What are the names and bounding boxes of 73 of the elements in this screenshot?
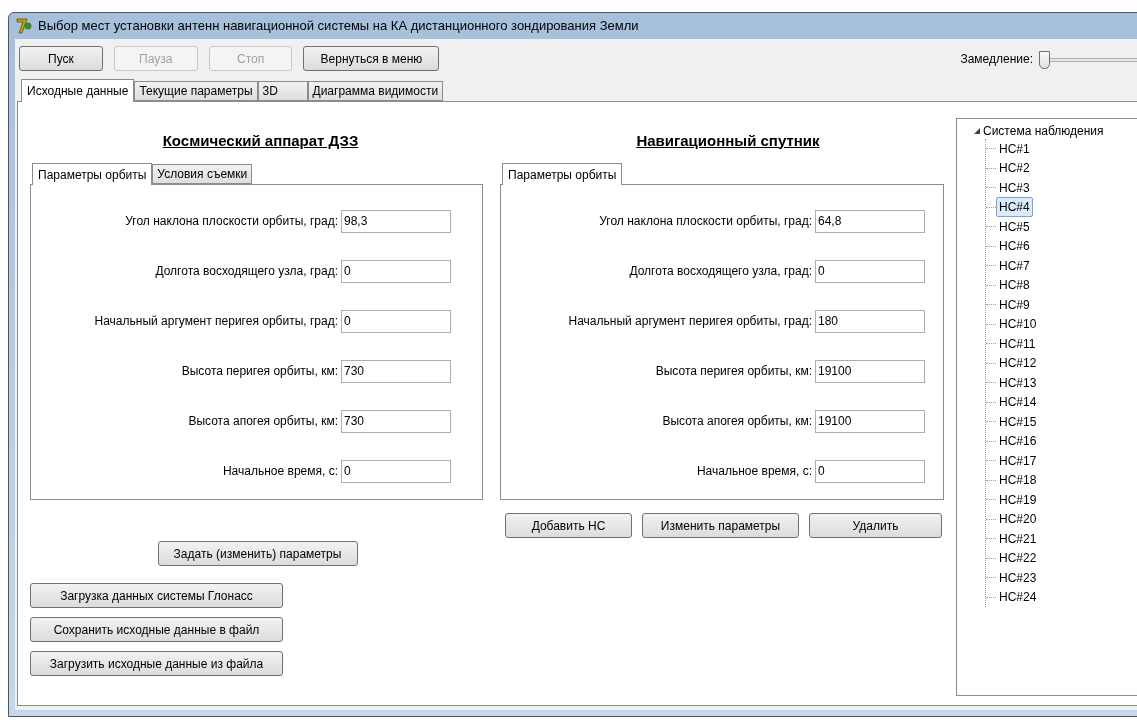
expand-toggle-icon[interactable] (973, 127, 981, 135)
tree-item[interactable]: НС#5 (996, 217, 1033, 236)
field-label: Высота апогея орбиты, км: (661, 413, 813, 430)
button[interactable]: Загрузка данных системы Глонасс (30, 583, 283, 608)
tree-item[interactable]: НС#7 (996, 256, 1033, 275)
button[interactable]: Задать (изменить) параметры (157, 541, 358, 566)
field-label: Угол наклона плоскости орбиты, град: (598, 213, 813, 230)
tree-item[interactable]: НС#3 (996, 178, 1033, 197)
input-field[interactable]: 0 (341, 259, 451, 283)
tree-item[interactable]: НС#9 (996, 295, 1033, 314)
tree-item[interactable]: НС#22 (996, 549, 1040, 568)
field-label: Угол наклона плоскости орбиты, град: (124, 213, 339, 230)
tree-item[interactable]: НС#20 (996, 510, 1040, 529)
field-label: Начальный аргумент перигея орбиты, град: (93, 313, 339, 330)
tree-item[interactable]: НС#19 (996, 490, 1040, 509)
tree-item[interactable]: НС#21 (996, 529, 1040, 548)
tab[interactable]: Условия съемки (152, 164, 253, 184)
input-field[interactable]: 730 (341, 409, 451, 433)
input-field[interactable]: 180 (815, 309, 925, 333)
input-field[interactable]: 98,3 (341, 209, 451, 233)
tree-item[interactable]: НС#17 (996, 451, 1040, 470)
field-label: Начальное время, с: (221, 463, 339, 480)
tree-item[interactable]: Система наблюдения (983, 122, 1104, 140)
tree-item[interactable]: НС#24 (996, 588, 1040, 607)
field-label: Долгота восходящего узла, град: (628, 263, 813, 280)
tree-item[interactable]: НС#13 (996, 373, 1040, 392)
tab[interactable]: Параметры орбиты (502, 163, 623, 185)
field-label: Начальный аргумент перигея орбиты, град: (567, 313, 813, 330)
field-label: Начальное время, с: (695, 463, 813, 480)
tab[interactable]: Параметры орбиты (32, 163, 153, 185)
tree-item[interactable]: НС#6 (996, 237, 1033, 256)
button[interactable]: Изменить параметры (642, 513, 799, 538)
tab[interactable]: Диаграмма видимости (307, 81, 444, 101)
tree-item[interactable]: НС#14 (996, 393, 1040, 412)
tree-item[interactable]: НС#23 (996, 568, 1040, 587)
tree-item[interactable]: НС#8 (996, 276, 1033, 295)
button[interactable]: Вернуться в меню (303, 46, 440, 71)
app-icon (15, 17, 33, 35)
field-label: Долгота восходящего узла, град: (154, 263, 339, 280)
button[interactable]: Удалить (809, 513, 942, 538)
input-field[interactable]: 19100 (815, 409, 925, 433)
input-field[interactable]: 0 (815, 259, 925, 283)
tree-item[interactable]: НС#15 (996, 412, 1040, 431)
tab[interactable]: Текущие параметры (134, 81, 258, 101)
button[interactable]: Загрузить исходные данные из файла (30, 651, 283, 676)
input-field[interactable]: 0 (341, 459, 451, 483)
tree-item[interactable]: НС#10 (996, 315, 1040, 334)
slider-label: Замедление: (960, 50, 1033, 68)
tree-item[interactable]: НС#2 (996, 159, 1033, 178)
tree-item[interactable]: НС#1 (996, 139, 1033, 158)
field-label: Высота перигея орбиты, км: (180, 363, 339, 380)
tab[interactable]: 3D (257, 81, 308, 101)
input-field[interactable]: 730 (341, 359, 451, 383)
tab[interactable]: Исходные данные (21, 79, 135, 102)
tree-item[interactable]: НС#11 (996, 334, 1039, 353)
slider[interactable] (1039, 50, 1137, 71)
tree-item[interactable]: НС#18 (996, 471, 1040, 490)
input-field[interactable]: 64,8 (815, 209, 925, 233)
button[interactable]: Пуск (19, 46, 103, 71)
tree-item[interactable]: НС#12 (996, 354, 1040, 373)
input-field[interactable]: 0 (341, 309, 451, 333)
section-heading: Навигационный спутник (636, 130, 820, 151)
tree-item[interactable]: НС#4 (996, 197, 1033, 218)
input-field[interactable]: 19100 (815, 359, 925, 383)
input-field[interactable]: 0 (815, 459, 925, 483)
button[interactable]: Добавить НС (505, 513, 632, 538)
window-title: Выбор мест установки антенн навигационной системы на КА дистанционного зондирования Земли (38, 17, 639, 36)
slider-thumb[interactable] (1039, 50, 1050, 69)
button[interactable]: Сохранить исходные данные в файл (30, 617, 283, 642)
tree-item[interactable]: НС#16 (996, 432, 1040, 451)
field-label: Высота апогея орбиты, км: (187, 413, 339, 430)
section-heading: Космический аппарат ДЗЗ (162, 130, 359, 151)
field-label: Высота перигея орбиты, км: (654, 363, 813, 380)
